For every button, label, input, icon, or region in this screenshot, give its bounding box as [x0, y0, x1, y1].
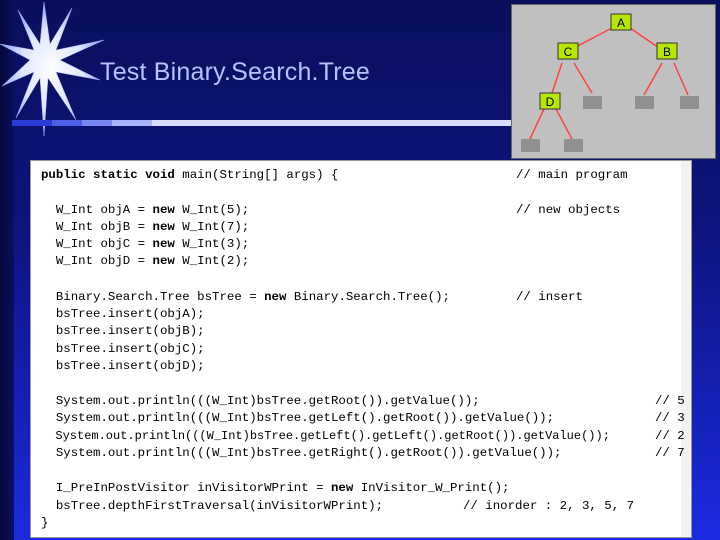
code-comment: // 7	[655, 446, 685, 460]
code-comment: // 5	[655, 394, 685, 408]
code-line: System.out.println(((W_Int)bsTree.getRoo…	[41, 394, 480, 408]
slide-title: Test Binary.Search.Tree	[100, 58, 370, 86]
code-line: W_Int objB = new W_Int(7);	[41, 220, 250, 234]
svg-text:A: A	[617, 16, 625, 30]
code-line: bsTree.insert(objA);	[41, 307, 205, 321]
code-line: public static void main(String[] args) {	[41, 168, 339, 182]
code-panel-edge	[681, 161, 691, 537]
tree-node-a: A	[610, 13, 632, 31]
code-comment: // 3	[655, 411, 685, 425]
empty-node	[635, 96, 654, 109]
svg-text:C: C	[564, 45, 573, 59]
tree-diagram-panel: A C B D	[511, 4, 716, 159]
code-comment: // insert	[516, 290, 583, 304]
code-line: W_Int objA = new W_Int(5);	[41, 203, 250, 217]
code-line: W_Int objC = new W_Int(3);	[41, 237, 250, 251]
tree-diagram: A C B D	[521, 13, 699, 152]
code-line: bsTree.insert(objC);	[41, 342, 205, 356]
empty-node	[521, 139, 540, 152]
code-comment: // main program	[516, 168, 628, 182]
tree-node-c: C	[557, 42, 579, 60]
empty-node	[583, 96, 602, 109]
code-line: Binary.Search.Tree bsTree = new Binary.S…	[41, 290, 450, 304]
code-comment: // 2	[655, 429, 685, 443]
code-comment: // inorder : 2, 3, 5, 7	[463, 499, 635, 513]
code-line: System.out.println(((W_Int)bsTree.getRig…	[41, 446, 562, 460]
empty-node	[680, 96, 699, 109]
code-line: System.out.println(((W_Int)bsTree.getLef…	[41, 429, 610, 443]
empty-node	[564, 139, 583, 152]
svg-text:B: B	[663, 45, 671, 59]
code-line: I_PreInPostVisitor inVisitorWPrint = new…	[41, 481, 510, 495]
svg-text:D: D	[546, 95, 555, 109]
tree-node-d: D	[539, 92, 561, 110]
code-comment: // new objects	[516, 203, 621, 217]
title-underline	[12, 120, 532, 126]
tree-node-b: B	[656, 42, 678, 60]
code-line: System.out.println(((W_Int)bsTree.getLef…	[41, 411, 555, 425]
code-line: bsTree.insert(objD);	[41, 359, 205, 373]
code-line: bsTree.insert(objB);	[41, 324, 205, 338]
code-line: W_Int objD = new W_Int(2);	[41, 254, 250, 268]
code-line: bsTree.depthFirstTraversal(inVisitorWPri…	[41, 499, 384, 513]
code-line: }	[41, 516, 49, 530]
code-panel: public static void main(String[] args) {…	[30, 160, 692, 538]
